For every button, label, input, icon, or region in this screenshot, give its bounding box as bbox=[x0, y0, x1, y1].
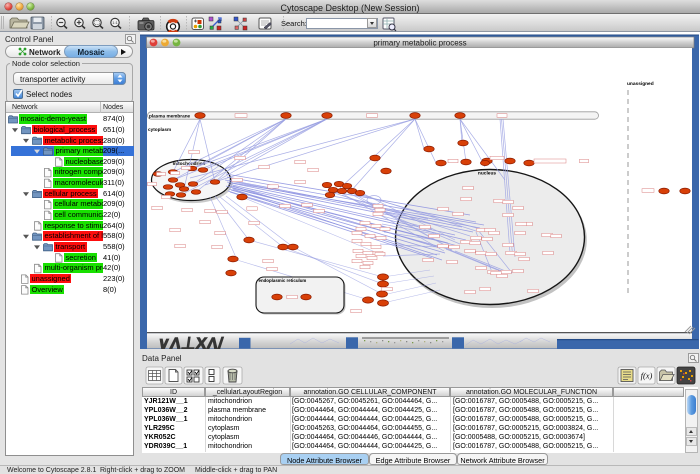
svg-text:nucleus: nucleus bbox=[478, 171, 496, 177]
svg-text:unassigned: unassigned bbox=[627, 81, 654, 87]
svg-text:cytoplasm: cytoplasm bbox=[148, 127, 171, 132]
svg-text:f(x): f(x) bbox=[641, 371, 653, 381]
svg-text:endoplasmic reticulum: endoplasmic reticulum bbox=[259, 278, 307, 283]
svg-text:plasma membrane: plasma membrane bbox=[149, 113, 191, 118]
svg-text:primary metabolic process: primary metabolic process bbox=[373, 39, 466, 48]
